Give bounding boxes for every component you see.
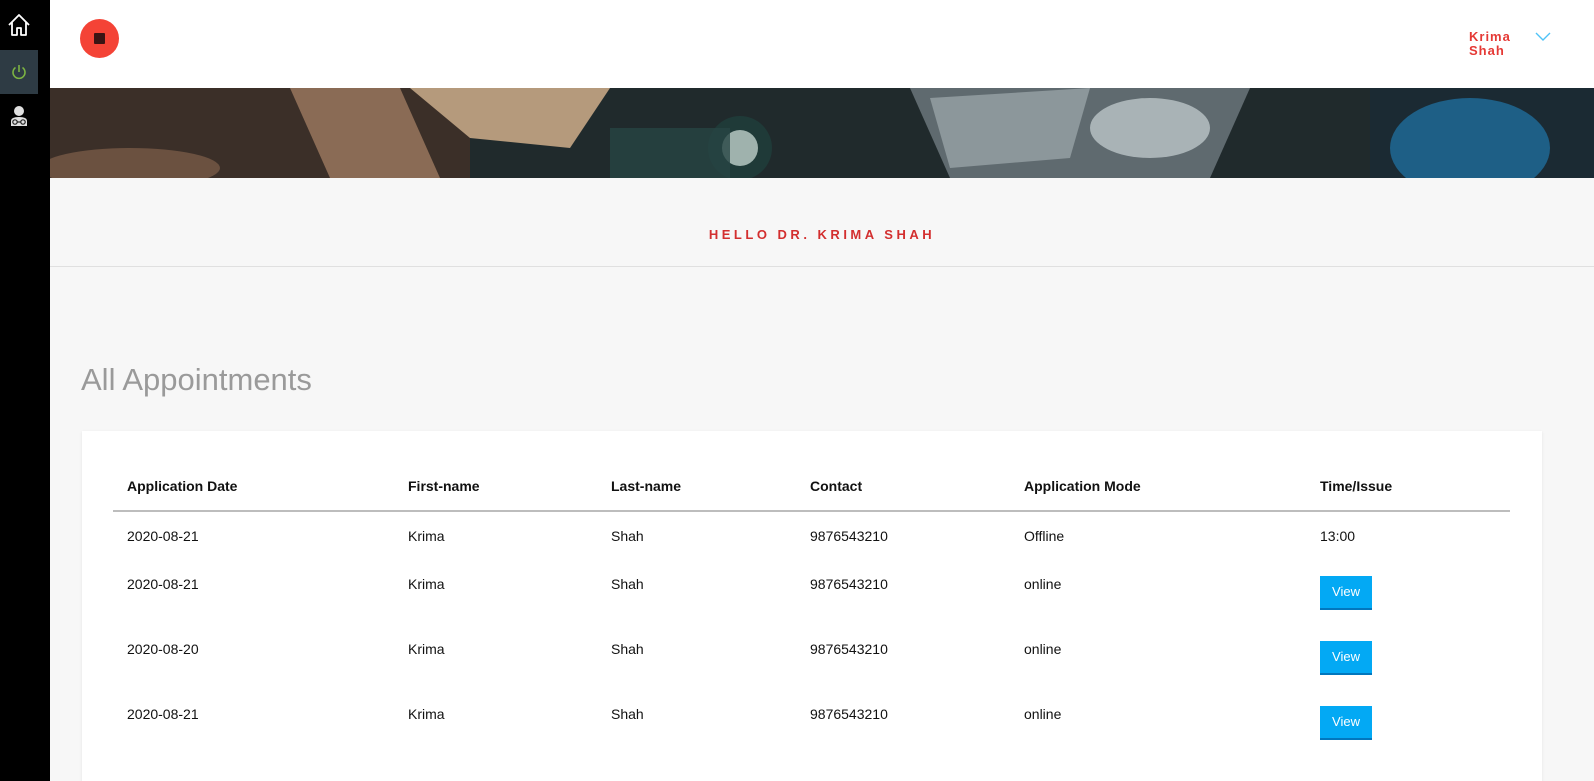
cell-contact: 9876543210 [810,706,888,722]
banner-image [50,88,1594,178]
cell-last-name: Shah [611,706,644,722]
sidebar-item-logout[interactable] [0,50,38,94]
cell-first-name: Krima [408,528,445,544]
cell-date: 2020-08-21 [127,528,199,544]
cell-first-name: Krima [408,706,445,722]
cell-mode: Offline [1024,528,1065,544]
cell-contact: 9876543210 [810,528,888,544]
logo[interactable] [80,19,119,58]
cell-date: 2020-08-20 [127,641,199,657]
cell-last-name: Shah [611,528,644,544]
view-button[interactable]: View [1320,575,1372,610]
cell-time: 13:00 [1320,528,1356,544]
cell-first-name: Krima [408,576,445,592]
cell-date: 2020-08-21 [127,576,199,592]
chevron-down-icon[interactable] [1534,30,1552,44]
doctor-icon [11,106,27,126]
table-row: 2020-08-20 Krima Shah 9876543210 online … [113,625,1510,690]
view-button[interactable]: View [1320,705,1372,740]
table-row: 2020-08-21 Krima Shah 9876543210 online … [113,560,1510,625]
cell-action: View [1306,690,1510,755]
col-time-issue: Time/Issue [1306,469,1510,512]
sidebar-item-home[interactable] [0,3,38,47]
cell-contact: 9876543210 [810,576,888,592]
appointments-card: Application Date First-name Last-name Co… [82,431,1542,781]
home-icon [8,14,30,36]
cell-date: 2020-08-21 [127,706,199,722]
cell-action: View [1306,625,1510,690]
col-last-name: Last-name [597,469,796,512]
col-application-date: Application Date [113,469,394,512]
col-first-name: First-name [394,469,597,512]
logo-icon [94,33,105,44]
cell-last-name: Shah [611,576,644,592]
sidebar-item-doctor[interactable] [0,94,38,138]
cell-mode: online [1024,641,1062,657]
power-icon [12,65,26,80]
appointments-table: Application Date First-name Last-name Co… [113,469,1510,755]
banner-photo [50,88,1594,178]
cell-contact: 9876543210 [810,641,888,657]
col-application-mode: Application Mode [1010,469,1306,512]
main-content: Krima Shah HELLO DR. KRIMA SHAH All Appo… [50,0,1594,781]
table-row: 2020-08-21 Krima Shah 9876543210 online … [113,690,1510,755]
cell-first-name: Krima [408,641,445,657]
greeting-text: HELLO DR. KRIMA SHAH [708,227,936,242]
cell-mode: online [1024,576,1062,592]
col-contact: Contact [796,469,1010,512]
table-header-row: Application Date First-name Last-name Co… [113,469,1510,512]
cell-mode: online [1024,706,1062,722]
cell-last-name: Shah [611,641,644,657]
cell-action: View [1306,560,1510,625]
page-title: All Appointments [81,362,312,397]
sidebar [0,0,50,781]
user-name[interactable]: Krima Shah [1469,30,1529,58]
greeting-bar: HELLO DR. KRIMA SHAH [50,178,1594,267]
top-bar: Krima Shah [50,0,1594,88]
view-button[interactable]: View [1320,640,1372,675]
table-row: 2020-08-21 Krima Shah 9876543210 Offline… [113,511,1510,560]
